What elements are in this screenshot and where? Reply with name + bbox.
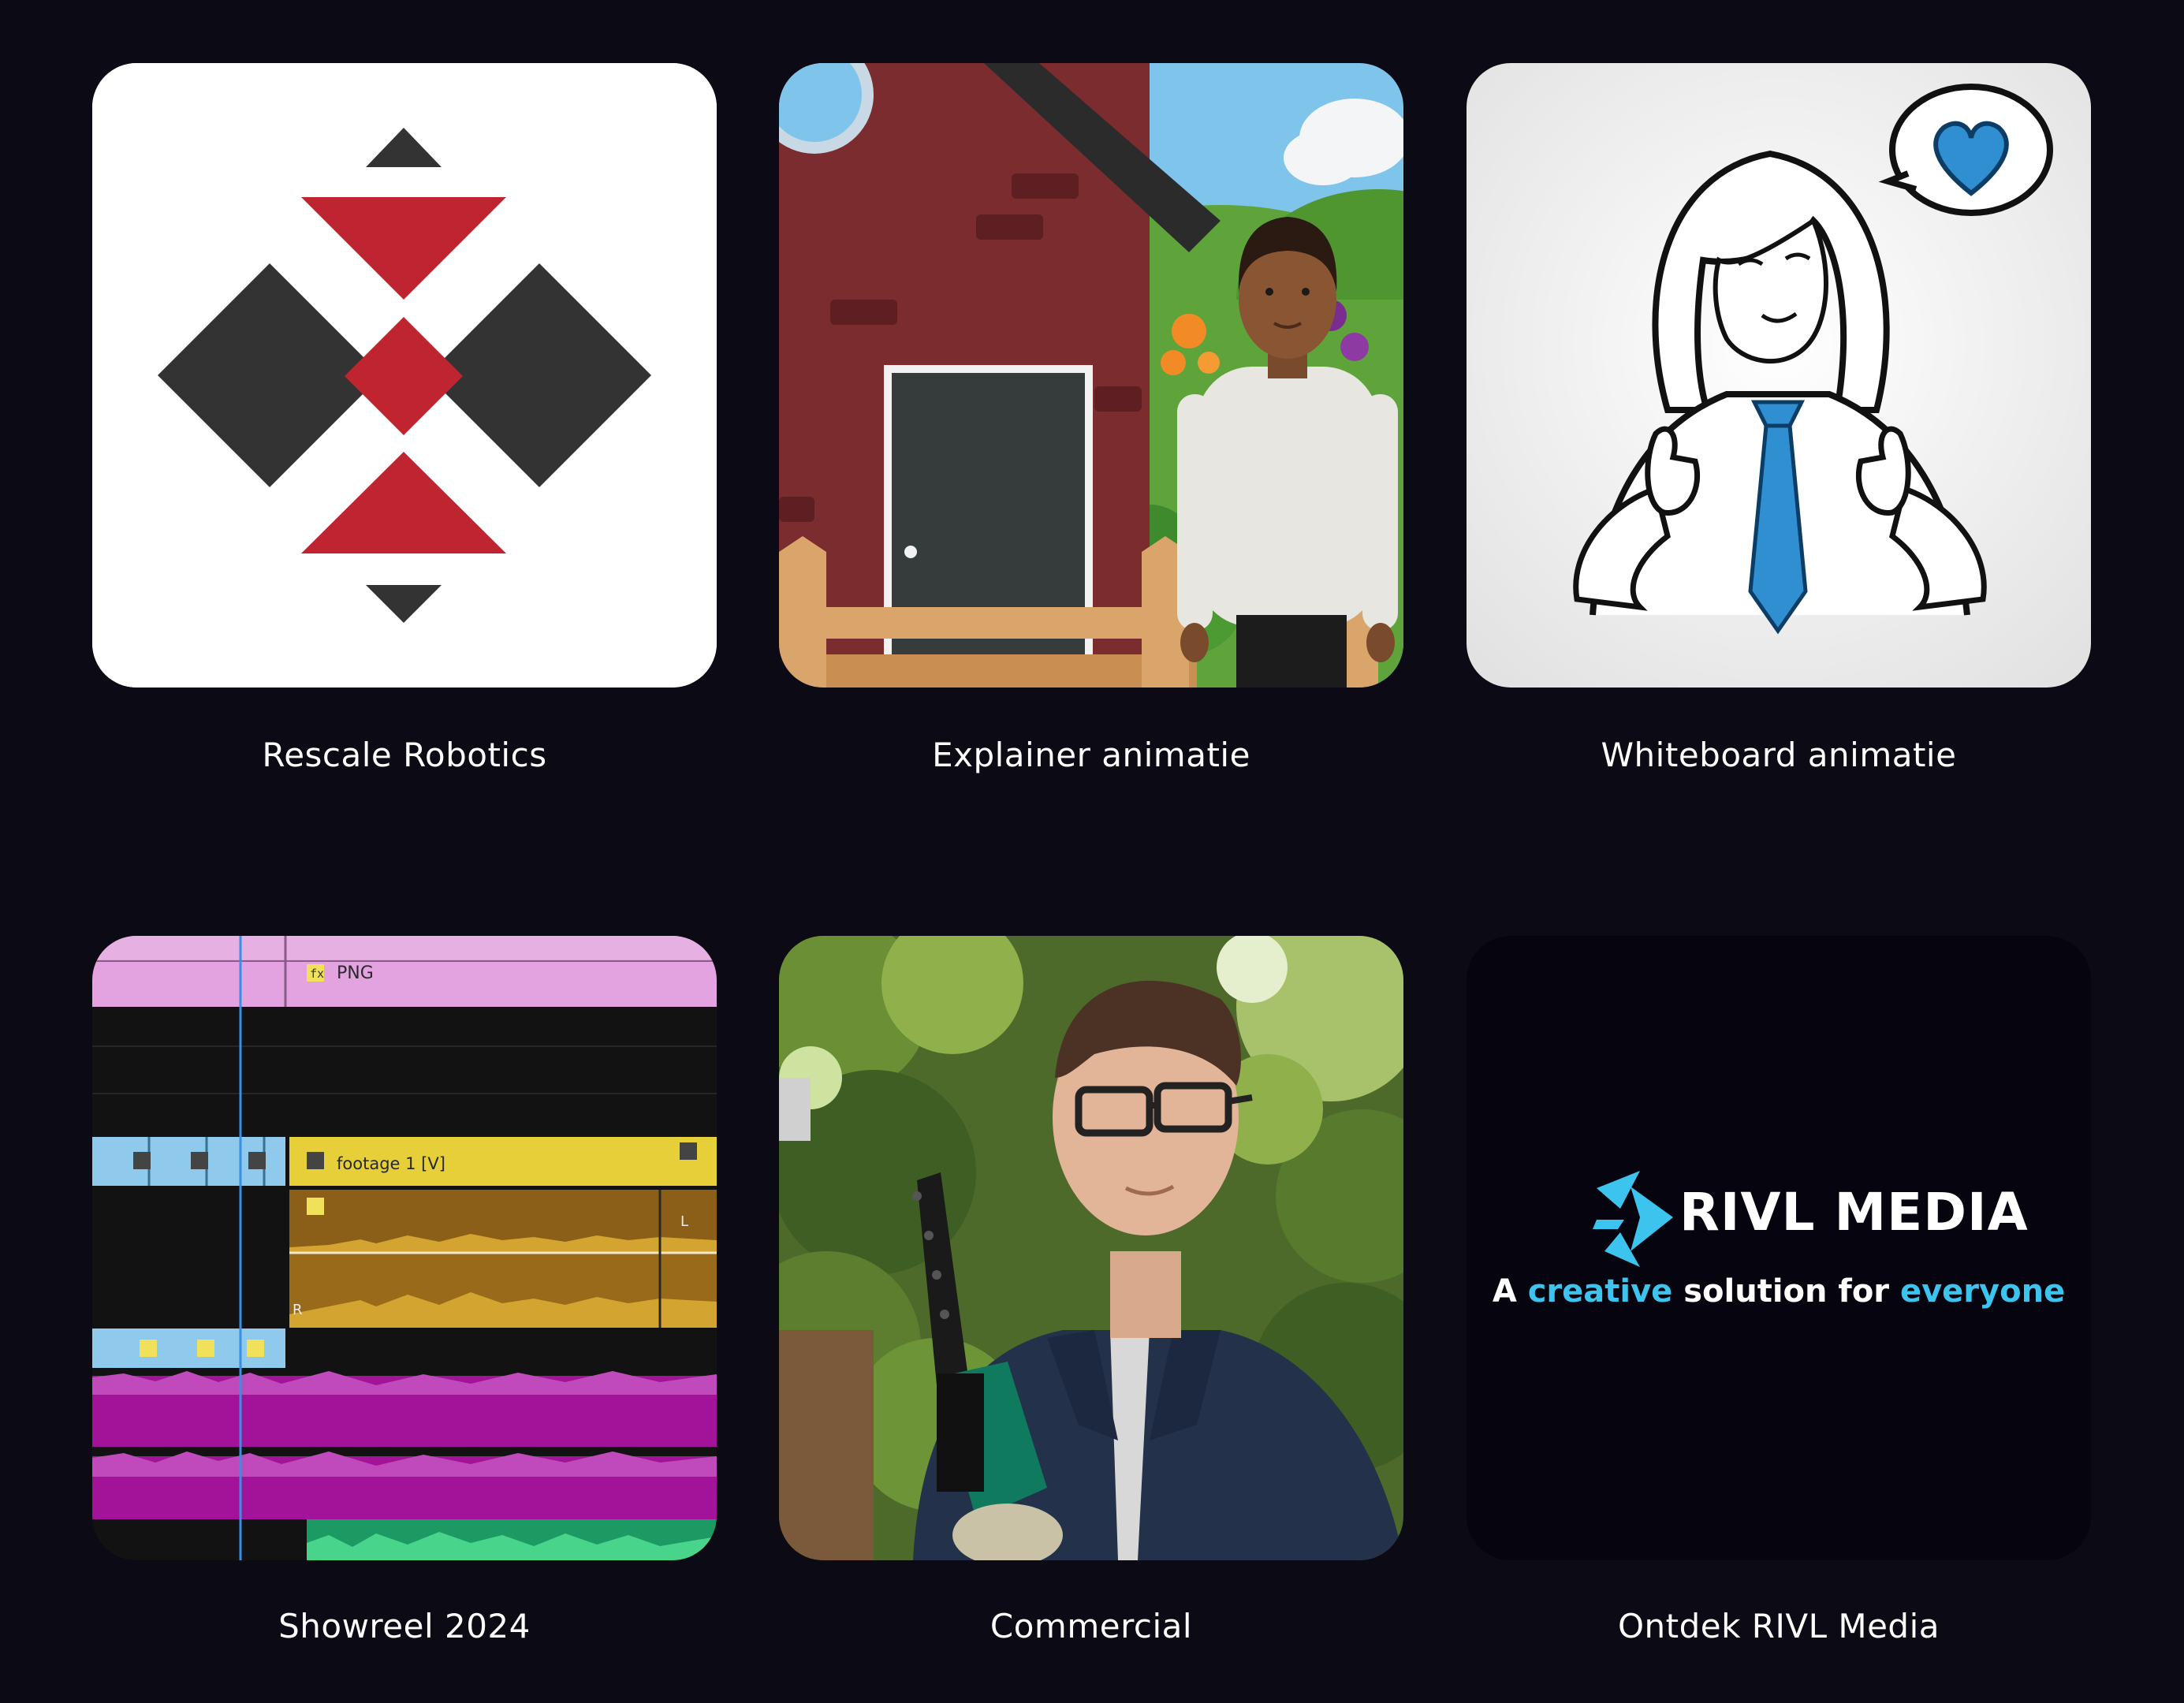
- timeline-clip-png: PNG: [337, 963, 374, 983]
- timeline-marker-r: R: [293, 1302, 303, 1318]
- portfolio-card-commercial[interactable]: [779, 936, 1403, 1560]
- rivl-tagline: A creative solution for everyone: [1467, 1273, 2091, 1310]
- portfolio-caption-showreel-2024[interactable]: Showreel 2024: [92, 1604, 717, 1649]
- portfolio-card-explainer-animatie[interactable]: [779, 63, 1403, 688]
- rivl-brand-name: RIVL MEDIA: [1679, 1182, 2029, 1243]
- rivl-tagline-mid: solution for: [1672, 1273, 1900, 1310]
- rescale-robotics-logo-image: [92, 63, 717, 688]
- portfolio-card-rivl-media[interactable]: RIVL MEDIA A creative solution for every…: [1467, 936, 2091, 1560]
- timeline-clip-footage: footage 1 [V]: [337, 1154, 445, 1173]
- portfolio-card-rescale-robotics[interactable]: [92, 63, 717, 688]
- timeline-marker-l: L: [680, 1213, 688, 1230]
- commercial-photo-image: [779, 936, 1403, 1560]
- whiteboard-animation-image: [1467, 63, 2091, 688]
- rivl-tagline-everyone: everyone: [1899, 1273, 2066, 1310]
- rivl-media-logo: RIVL MEDIA A creative solution for every…: [1467, 936, 2091, 1560]
- explainer-animation-image: [779, 63, 1403, 688]
- portfolio-caption-rescale-robotics[interactable]: Rescale Robotics: [92, 733, 717, 777]
- portfolio-card-showreel-2024[interactable]: fx PNG footage 1 [V] L R: [92, 936, 717, 1560]
- portfolio-caption-whiteboard-animatie[interactable]: Whiteboard animatie: [1467, 733, 2091, 777]
- rivl-play-icon: [1593, 1171, 1673, 1267]
- showreel-timeline-image: fx PNG footage 1 [V] L R: [92, 936, 717, 1560]
- portfolio-card-whiteboard-animatie[interactable]: [1467, 63, 2091, 688]
- rivl-tagline-creative: creative: [1527, 1273, 1673, 1310]
- rivl-tagline-a: A: [1492, 1273, 1528, 1310]
- portfolio-caption-explainer-animatie[interactable]: Explainer animatie: [779, 733, 1403, 777]
- portfolio-caption-commercial[interactable]: Commercial: [779, 1604, 1403, 1649]
- portfolio-grid: Rescale Robotics Explainer animatie Whit…: [0, 0, 2184, 1703]
- timeline-fx-badge: fx: [310, 967, 324, 981]
- portfolio-caption-ontdek-rivl-media[interactable]: Ontdek RIVL Media: [1467, 1604, 2091, 1649]
